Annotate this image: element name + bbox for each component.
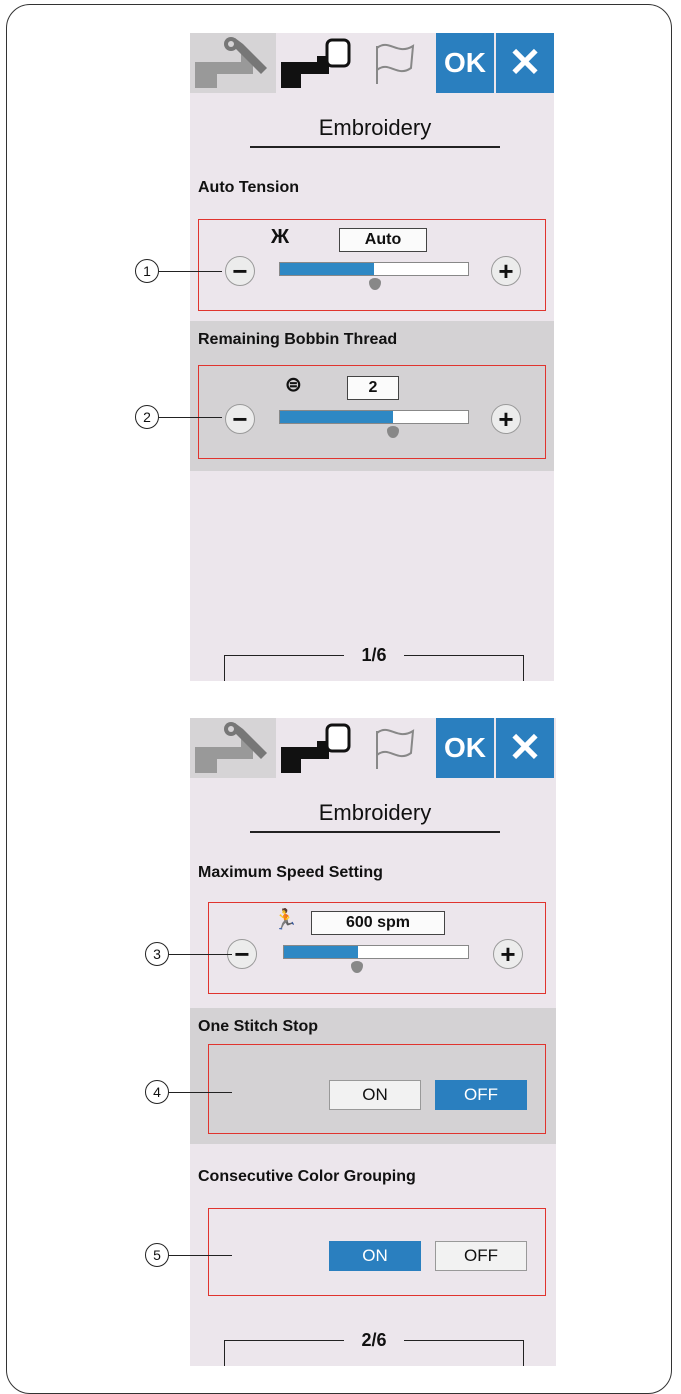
tension-slider-fill <box>280 263 374 275</box>
flag-icon <box>376 43 415 84</box>
close-button[interactable]: ✕ <box>496 718 554 778</box>
tab-machine-settings[interactable] <box>190 718 276 778</box>
bobbin-thread-label: Remaining Bobbin Thread <box>198 331 398 348</box>
max-speed-label: Maximum Speed Setting <box>198 864 383 881</box>
tab-bar: OK ✕ <box>190 33 554 93</box>
callout-number: 1 <box>135 259 159 283</box>
tension-value: Auto <box>339 228 427 252</box>
callout-number: 5 <box>145 1243 169 1267</box>
speed-value: 600 spm <box>311 911 445 935</box>
callout-leader <box>169 953 232 955</box>
ok-button[interactable]: OK <box>436 33 494 93</box>
tab-embroidery-settings[interactable] <box>276 718 356 778</box>
speed-slider-thumb[interactable] <box>351 961 363 973</box>
close-button[interactable]: ✕ <box>496 33 554 93</box>
tension-plus-button[interactable]: + <box>491 256 521 286</box>
bobbin-value: 2 <box>347 376 399 400</box>
tab-bar: OK ✕ <box>190 718 556 778</box>
bobbin-slider-fill <box>280 411 393 423</box>
color-grouping-group: ON OFF <box>208 1208 546 1296</box>
callout-number: 2 <box>135 405 159 429</box>
color-grouping-label: Consecutive Color Grouping <box>198 1168 416 1185</box>
auto-tension-label: Auto Tension <box>198 179 300 196</box>
bobbin-slider[interactable] <box>279 410 469 424</box>
callout-2: 2 <box>135 405 222 429</box>
embroidery-machine-icon <box>281 38 351 88</box>
bobbin-plus-button[interactable]: + <box>491 404 521 434</box>
wrench-machine-icon <box>195 722 267 773</box>
tension-icon: Ж <box>271 226 290 248</box>
page-indicator: 2/6 <box>224 1330 524 1366</box>
tension-slider[interactable] <box>279 262 469 276</box>
bobbin-slider-thumb[interactable] <box>387 426 399 438</box>
color-grouping-on-button[interactable]: ON <box>329 1241 421 1271</box>
callout-4: 4 <box>145 1080 232 1104</box>
color-grouping-off-button[interactable]: OFF <box>435 1241 527 1271</box>
bobbin-icon: ⊜ <box>285 374 302 396</box>
speed-slider[interactable] <box>283 945 469 959</box>
tab-embroidery-settings[interactable] <box>276 33 356 93</box>
page-number: 2/6 <box>344 1330 404 1351</box>
running-speed-icon: 🏃 <box>273 909 298 931</box>
callout-1: 1 <box>135 259 222 283</box>
one-stitch-stop-label: One Stitch Stop <box>198 1018 318 1035</box>
callout-leader <box>159 270 222 272</box>
callout-leader <box>169 1254 232 1256</box>
flag-icon <box>376 728 415 769</box>
callout-number: 4 <box>145 1080 169 1104</box>
one-stitch-stop-group: ON OFF <box>208 1044 546 1134</box>
page-title: Embroidery <box>250 115 500 148</box>
page-title: Embroidery <box>250 800 500 833</box>
callout-leader <box>159 416 222 418</box>
wrench-machine-icon <box>195 37 267 88</box>
bobbin-thread-group: − ⊜ 2 + <box>198 365 546 459</box>
auto-tension-group: − Ж Auto + <box>198 219 546 311</box>
embroidery-machine-icon <box>281 723 351 773</box>
speed-slider-fill <box>284 946 358 958</box>
max-speed-group: − 🏃 600 spm + <box>208 902 546 994</box>
bobbin-minus-button[interactable]: − <box>225 404 255 434</box>
settings-screen-2: OK ✕ Embroidery Maximum Speed Setting − … <box>190 718 556 1366</box>
ok-button[interactable]: OK <box>436 718 494 778</box>
callout-5: 5 <box>145 1243 232 1267</box>
speed-plus-button[interactable]: + <box>493 939 523 969</box>
callout-leader <box>169 1091 232 1093</box>
one-stitch-stop-on-button[interactable]: ON <box>329 1080 421 1110</box>
callout-number: 3 <box>145 942 169 966</box>
settings-screen-1: OK ✕ Embroidery Auto Tension − Ж Auto + … <box>190 33 554 681</box>
tab-language[interactable] <box>356 718 434 778</box>
tension-minus-button[interactable]: − <box>225 256 255 286</box>
page-indicator: 1/6 <box>224 645 524 681</box>
tension-slider-thumb[interactable] <box>369 278 381 290</box>
page-number: 1/6 <box>344 645 404 666</box>
tab-machine-settings[interactable] <box>190 33 276 93</box>
tab-language[interactable] <box>356 33 434 93</box>
callout-3: 3 <box>145 942 232 966</box>
one-stitch-stop-off-button[interactable]: OFF <box>435 1080 527 1110</box>
